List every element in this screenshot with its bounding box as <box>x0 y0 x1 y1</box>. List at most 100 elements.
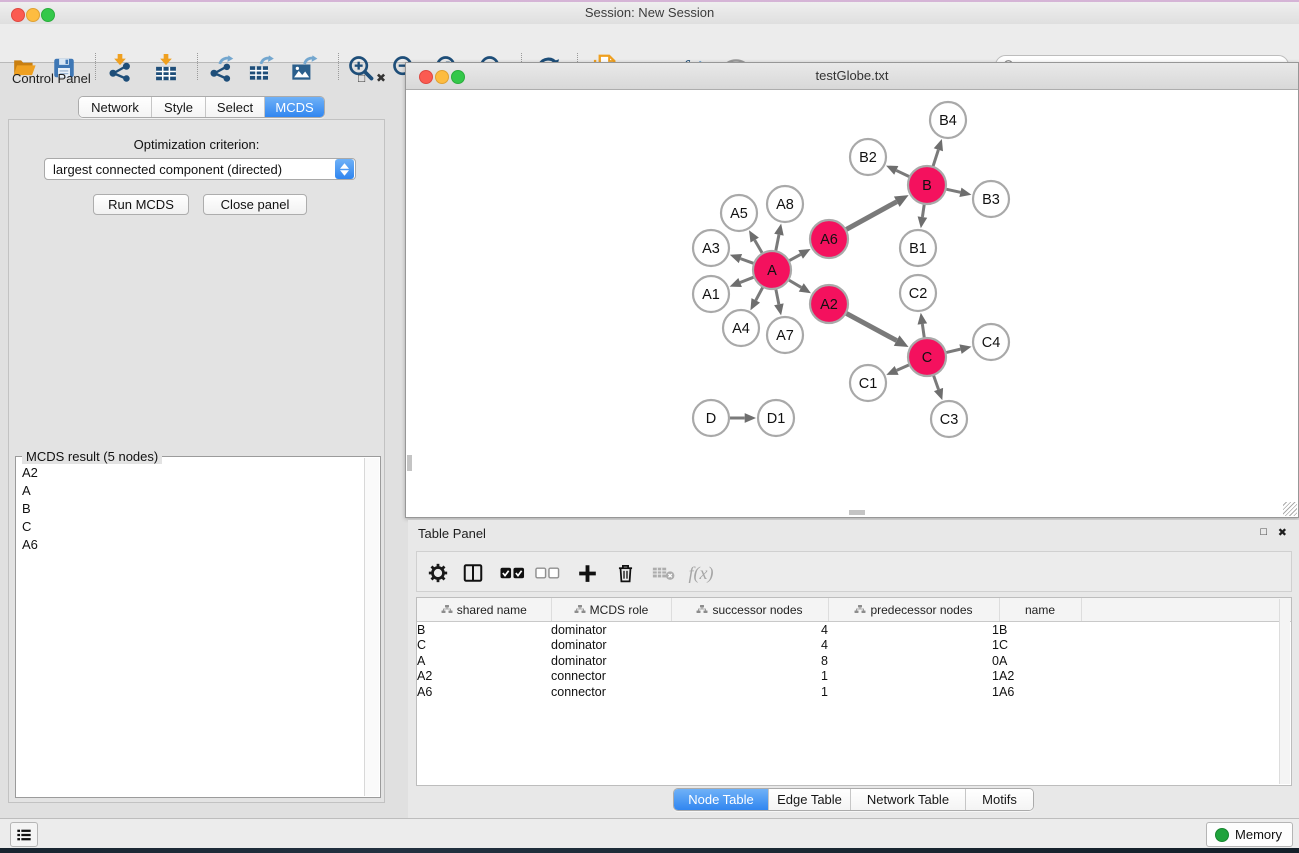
graph-edge[interactable] <box>788 280 801 288</box>
graph-node-label: A4 <box>732 321 750 337</box>
run-mcds-button[interactable]: Run MCDS <box>93 194 189 215</box>
result-item[interactable]: A2 <box>17 463 365 481</box>
graph-edge[interactable] <box>922 324 924 338</box>
table-row[interactable]: A6connector11A6 <box>417 684 1291 700</box>
edge-arrowhead-icon <box>934 388 943 400</box>
tab-network-table[interactable]: Network Table <box>851 789 966 810</box>
optimization-criterion-label: Optimization criterion: <box>9 137 384 152</box>
graph-node-label: C1 <box>859 376 878 392</box>
graph-edge[interactable] <box>755 240 763 253</box>
status-bar: Memory <box>0 818 1299 848</box>
column-header-shared-name[interactable]: shared name <box>417 598 551 622</box>
tab-motifs[interactable]: Motifs <box>966 789 1033 810</box>
column-type-icon <box>854 604 866 616</box>
memory-button[interactable]: Memory <box>1206 822 1293 847</box>
network-graph[interactable]: AA1A2A3A4A5A6A7A8BB1B2B3B4CC1C2C3C4DD1 <box>406 89 1298 517</box>
network-window-title: testGlobe.txt <box>406 68 1298 83</box>
graph-edge[interactable] <box>897 365 910 371</box>
close-panel-icon[interactable]: ✖ <box>376 72 386 85</box>
float-panel-icon[interactable]: □ <box>358 72 365 85</box>
export-table-icon[interactable] <box>244 52 278 84</box>
edge-arrowhead-icon <box>745 413 756 423</box>
graph-edge[interactable] <box>933 150 939 167</box>
delete-row-icon[interactable] <box>611 560 639 586</box>
criterion-select[interactable]: largest connected component (directed) <box>44 158 356 180</box>
table-row[interactable]: Cdominator41C <box>417 638 1291 654</box>
network-window-titlebar[interactable]: testGlobe.txt <box>406 63 1298 90</box>
split-view-icon[interactable] <box>459 560 487 586</box>
canvas-vscroll-thumb[interactable] <box>407 455 412 471</box>
export-image-icon[interactable] <box>287 52 321 84</box>
result-item[interactable]: B <box>17 499 365 517</box>
graph-node-label: C3 <box>940 412 959 428</box>
graph-edge[interactable] <box>756 287 763 301</box>
column-type-icon <box>696 604 708 616</box>
table-header-row: shared name MCDS role successor nodes pr… <box>417 598 1291 622</box>
graph-node-label: A5 <box>730 206 748 222</box>
window-title: Session: New Session <box>0 5 1299 20</box>
column-header-name[interactable]: name <box>999 598 1081 622</box>
graph-edge[interactable] <box>740 259 754 264</box>
edge-arrowhead-icon <box>934 139 943 151</box>
result-item[interactable]: C <box>17 517 365 535</box>
graph-node-label: B <box>922 178 932 194</box>
deselect-all-icon[interactable] <box>533 560 561 586</box>
table-row[interactable]: A2connector11A2 <box>417 669 1291 685</box>
column-header-mcds-role[interactable]: MCDS role <box>551 598 671 622</box>
result-item[interactable]: A6 <box>17 535 365 553</box>
tab-edge-table[interactable]: Edge Table <box>769 789 851 810</box>
edge-arrowhead-icon <box>774 224 784 236</box>
table-panel-tabs: Node Table Edge Table Network Table Moti… <box>673 788 1034 811</box>
select-all-icon[interactable] <box>498 560 526 586</box>
graph-edge[interactable] <box>776 235 779 252</box>
column-header-predecessor-nodes[interactable]: predecessor nodes <box>828 598 999 622</box>
column-header-filler <box>1081 598 1291 622</box>
graph-edge[interactable] <box>922 204 924 217</box>
network-canvas[interactable]: AA1A2A3A4A5A6A7A8BB1B2B3B4CC1C2C3C4DD1 <box>406 89 1298 517</box>
resize-grip[interactable] <box>1283 502 1297 516</box>
column-header-successor-nodes[interactable]: successor nodes <box>671 598 828 622</box>
add-column-icon[interactable] <box>573 560 601 586</box>
table-row[interactable]: Adominator80A <box>417 653 1291 669</box>
gear-icon[interactable] <box>424 560 452 586</box>
canvas-hscroll-thumb[interactable] <box>849 510 865 515</box>
graph-node-label: C4 <box>982 335 1001 351</box>
graph-node-label: C <box>922 350 932 366</box>
tab-node-table[interactable]: Node Table <box>674 789 769 810</box>
graph-edge[interactable] <box>933 375 938 390</box>
tab-network[interactable]: Network <box>79 97 152 117</box>
graph-edge[interactable] <box>846 202 897 230</box>
table-toolbar: f(x) <box>416 551 1292 592</box>
graph-edge[interactable] <box>789 254 801 260</box>
graph-node-label: A3 <box>702 241 720 257</box>
edge-arrowhead-icon <box>730 278 742 287</box>
close-panel-icon[interactable]: ✖ <box>1278 526 1287 539</box>
import-table-icon[interactable] <box>149 52 183 84</box>
export-network-icon[interactable] <box>204 52 238 84</box>
table-row[interactable]: Bdominator41B <box>417 622 1291 638</box>
graph-edge[interactable] <box>896 170 910 176</box>
node-table: shared name MCDS role successor nodes pr… <box>416 597 1292 786</box>
main-titlebar[interactable]: Session: New Session <box>0 2 1299 24</box>
close-panel-button[interactable]: Close panel <box>203 194 307 215</box>
tab-select[interactable]: Select <box>206 97 265 117</box>
graph-edge[interactable] <box>946 189 961 192</box>
graph-edge[interactable] <box>846 313 897 341</box>
list-icon[interactable] <box>10 822 38 847</box>
graph-node-label: B1 <box>909 241 927 257</box>
graph-node-label: D1 <box>767 411 786 427</box>
toolbar-separator <box>95 53 96 80</box>
graph-edge[interactable] <box>776 289 779 305</box>
graph-edge[interactable] <box>740 277 754 283</box>
result-scrollbar[interactable] <box>364 458 379 796</box>
import-network-icon[interactable] <box>103 52 137 84</box>
network-view-window[interactable]: testGlobe.txt AA1A2A3A4A5A6A7A8BB1B2B3B4… <box>405 62 1299 518</box>
tab-mcds[interactable]: MCDS <box>265 97 324 117</box>
column-type-icon <box>574 604 586 616</box>
main-toolbar: f <box>0 24 1299 63</box>
result-item[interactable]: A <box>17 481 365 499</box>
tab-style[interactable]: Style <box>152 97 206 117</box>
graph-edge[interactable] <box>945 349 960 353</box>
table-scrollbar[interactable] <box>1279 599 1290 784</box>
float-panel-icon[interactable]: □ <box>1260 526 1267 538</box>
